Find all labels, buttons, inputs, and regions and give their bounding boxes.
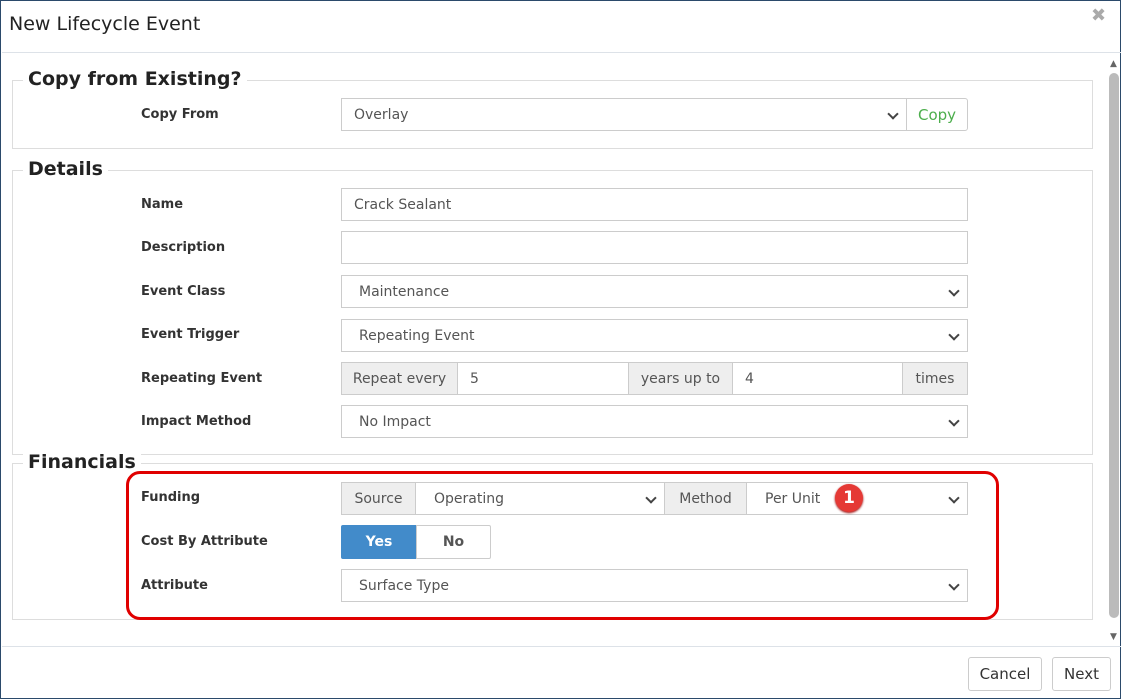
- name-value: Crack Sealant: [354, 196, 452, 213]
- scrollbar-thumb[interactable]: [1109, 73, 1119, 618]
- event-class-value: Maintenance: [359, 283, 450, 300]
- copy-from-value: Overlay: [354, 106, 409, 123]
- name-input[interactable]: Crack Sealant: [341, 188, 968, 221]
- repeat-times-input[interactable]: 4: [732, 362, 903, 395]
- event-trigger-label: Event Trigger: [141, 327, 240, 342]
- impact-method-value: No Impact: [359, 413, 431, 430]
- next-button[interactable]: Next: [1052, 657, 1111, 691]
- annotation-badge: 1: [835, 484, 863, 512]
- description-label: Description: [141, 240, 226, 255]
- repeat-every-addon: Repeat every: [341, 362, 458, 395]
- footer-divider: [2, 646, 1121, 647]
- impact-method-label: Impact Method: [141, 414, 252, 429]
- divider: [2, 52, 1121, 53]
- repeat-years-value: 5: [470, 370, 479, 387]
- years-up-to-addon: years up to: [628, 362, 733, 395]
- copy-legend: Copy from Existing?: [23, 68, 247, 90]
- scroll-up-icon[interactable]: ▲: [1110, 59, 1117, 69]
- name-label: Name: [141, 197, 184, 212]
- impact-method-select[interactable]: No Impact: [341, 405, 968, 438]
- copy-from-label: Copy From: [141, 107, 219, 122]
- details-legend: Details: [23, 158, 108, 180]
- repeating-event-label: Repeating Event: [141, 371, 263, 386]
- event-trigger-select[interactable]: Repeating Event: [341, 319, 968, 352]
- event-class-label: Event Class: [141, 284, 226, 299]
- scroll-down-icon[interactable]: ▼: [1110, 632, 1117, 642]
- close-icon[interactable]: ✖: [1091, 5, 1106, 26]
- repeat-times-value: 4: [745, 370, 754, 387]
- repeat-years-input[interactable]: 5: [457, 362, 629, 395]
- cancel-button[interactable]: Cancel: [968, 657, 1042, 691]
- highlight-annotation: [126, 471, 999, 620]
- times-addon: times: [902, 362, 968, 395]
- event-class-select[interactable]: Maintenance: [341, 275, 968, 308]
- event-trigger-value: Repeating Event: [359, 327, 475, 344]
- financials-legend: Financials: [23, 451, 141, 473]
- dialog: New Lifecycle Event ✖ Copy from Existing…: [0, 0, 1121, 699]
- dialog-title: New Lifecycle Event: [9, 13, 201, 35]
- copy-from-select[interactable]: Overlay: [341, 98, 907, 131]
- description-input[interactable]: [341, 231, 968, 264]
- copy-button[interactable]: Copy: [906, 98, 968, 131]
